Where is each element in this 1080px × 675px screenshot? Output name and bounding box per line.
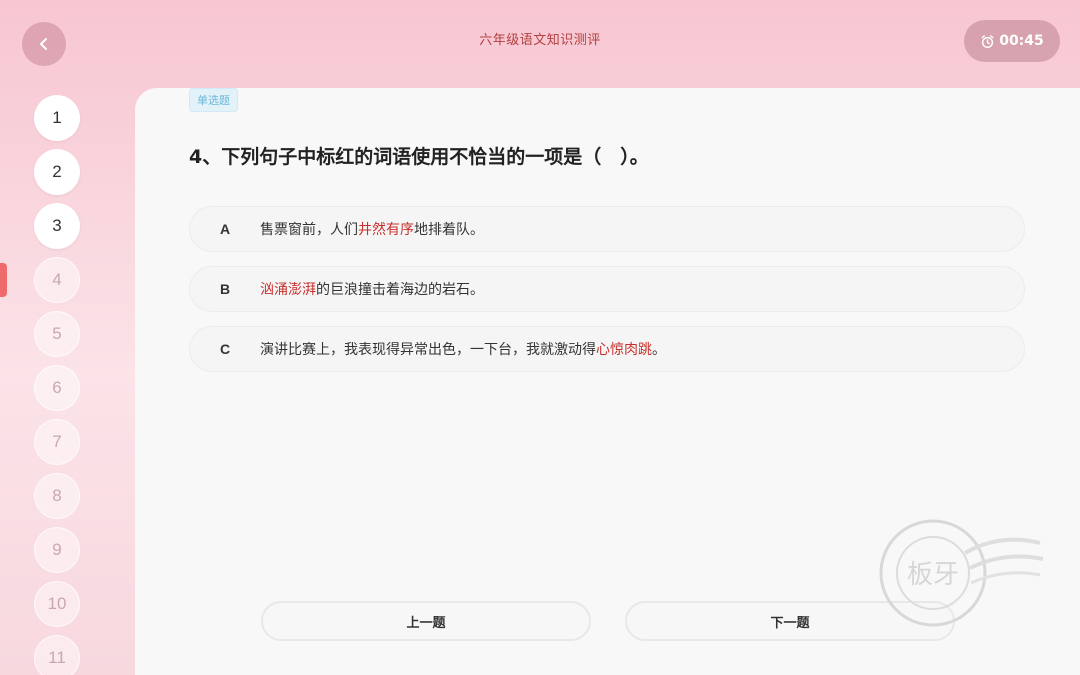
option-text: 售票窗前，人们井然有序地排着队。: [260, 222, 484, 238]
watermark-stamp: 板牙: [879, 519, 1044, 627]
option-text: 汹涌澎湃的巨浪撞击着海边的岩石。: [260, 282, 484, 298]
option-text: 演讲比赛上，我表现得异常出色，一下台，我就激动得心惊肉跳。: [260, 342, 666, 358]
option-c[interactable]: C 演讲比赛上，我表现得异常出色，一下台，我就激动得心惊肉跳。: [189, 326, 1025, 372]
highlighted-word: 井然有序: [358, 222, 414, 238]
current-question-marker: [0, 263, 7, 297]
question-nav-3[interactable]: 3: [34, 203, 80, 249]
question-nav-10[interactable]: 10: [34, 581, 80, 627]
option-letter: C: [219, 341, 231, 357]
question-nav-2[interactable]: 2: [34, 149, 80, 195]
question-text: 4、下列句子中标红的词语使用不恰当的一项是（ ）。: [189, 146, 649, 168]
option-letter: B: [219, 281, 231, 297]
timer-value: 00:45: [999, 33, 1044, 49]
highlighted-word: 汹涌澎湃: [260, 282, 316, 298]
watermark-text: 板牙: [907, 560, 959, 590]
question-nav-1[interactable]: 1: [34, 95, 80, 141]
question-type-badge: 单选题: [189, 88, 238, 112]
option-b[interactable]: B 汹涌澎湃的巨浪撞击着海边的岩石。: [189, 266, 1025, 312]
question-card: 单选题 4、下列句子中标红的词语使用不恰当的一项是（ ）。 A 售票窗前，人们井…: [135, 88, 1080, 675]
timer-button[interactable]: 00:45: [964, 20, 1060, 62]
question-nav-7[interactable]: 7: [34, 419, 80, 465]
question-nav-9[interactable]: 9: [34, 527, 80, 573]
question-nav-6[interactable]: 6: [34, 365, 80, 411]
highlighted-word: 心惊肉跳: [596, 342, 652, 358]
question-nav-5[interactable]: 5: [34, 311, 80, 357]
alarm-clock-icon: [981, 34, 994, 48]
top-bar: 六年级语文知识测评 00:45: [0, 0, 1080, 88]
option-a[interactable]: A 售票窗前，人们井然有序地排着队。: [189, 206, 1025, 252]
prev-question-button[interactable]: 上一题: [261, 601, 591, 641]
question-nav-11[interactable]: 11: [34, 635, 80, 675]
question-nav-8[interactable]: 8: [34, 473, 80, 519]
page-title: 六年级语文知识测评: [479, 33, 601, 48]
question-nav-4[interactable]: 4: [34, 257, 80, 303]
option-letter: A: [219, 221, 231, 237]
